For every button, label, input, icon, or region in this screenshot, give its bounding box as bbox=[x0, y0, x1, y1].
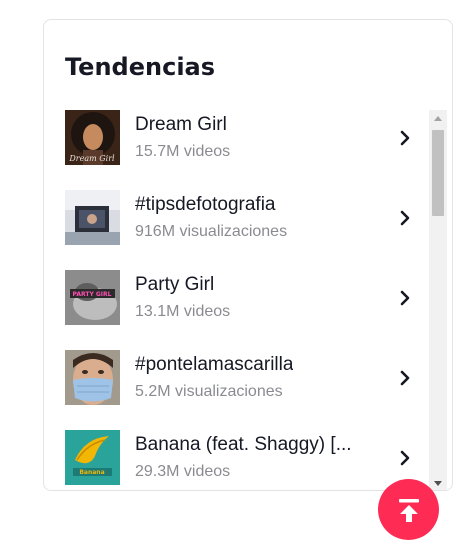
chevron-right-icon bbox=[398, 210, 412, 226]
trending-count: 916M visualizaciones bbox=[135, 223, 288, 240]
thumbnail-caption: Banana bbox=[79, 469, 104, 476]
scroll-up-arrow-icon[interactable] bbox=[429, 110, 447, 128]
trending-item[interactable]: #tipsdefotografia 916M visualizaciones bbox=[44, 190, 429, 270]
chevron-right-icon bbox=[398, 370, 412, 386]
thumbnail-caption: PARTY GIRL bbox=[73, 291, 112, 298]
trending-panel: Tendencias Dream Girl Dream Girl 15.7M v… bbox=[43, 19, 453, 491]
trending-name: Party Girl bbox=[135, 274, 215, 295]
trending-count: 13.1M videos bbox=[135, 303, 231, 320]
trending-thumbnail: PARTY GIRL bbox=[65, 270, 120, 325]
trending-name: #pontelamascarilla bbox=[135, 354, 294, 375]
chevron-right-icon bbox=[398, 450, 412, 466]
thumbnail-caption: Dream Girl bbox=[68, 154, 115, 163]
chevron-right-icon bbox=[398, 130, 412, 146]
trending-thumbnail bbox=[65, 350, 120, 405]
trending-list: Dream Girl Dream Girl 15.7M videos #tips… bbox=[44, 110, 429, 490]
trending-thumbnail: Banana bbox=[65, 430, 120, 485]
trending-item[interactable]: Banana Banana (feat. Shaggy) [... 29.3M … bbox=[44, 430, 429, 490]
panel-title: Tendencias bbox=[65, 53, 216, 81]
trending-name: Banana (feat. Shaggy) [... bbox=[135, 434, 352, 455]
chevron-right-icon bbox=[398, 290, 412, 306]
trending-count: 5.2M visualizaciones bbox=[135, 383, 283, 400]
trending-name: Dream Girl bbox=[135, 114, 227, 135]
trending-thumbnail: Dream Girl bbox=[65, 110, 120, 165]
trending-item[interactable]: PARTY GIRL Party Girl 13.1M videos bbox=[44, 270, 429, 350]
trending-item[interactable]: #pontelamascarilla 5.2M visualizaciones bbox=[44, 350, 429, 430]
trending-item[interactable]: Dream Girl Dream Girl 15.7M videos bbox=[44, 110, 429, 190]
trending-thumbnail bbox=[65, 190, 120, 245]
trending-count: 29.3M videos bbox=[135, 463, 231, 480]
back-to-top-button[interactable] bbox=[378, 479, 439, 540]
scrollbar-thumb[interactable] bbox=[432, 130, 444, 216]
scroll-down-arrow-icon[interactable] bbox=[429, 474, 447, 490]
arrow-up-to-line-icon bbox=[378, 495, 439, 525]
trending-name: #tipsdefotografia bbox=[135, 194, 276, 215]
scrollbar[interactable] bbox=[429, 110, 447, 490]
trending-count: 15.7M videos bbox=[135, 143, 231, 160]
